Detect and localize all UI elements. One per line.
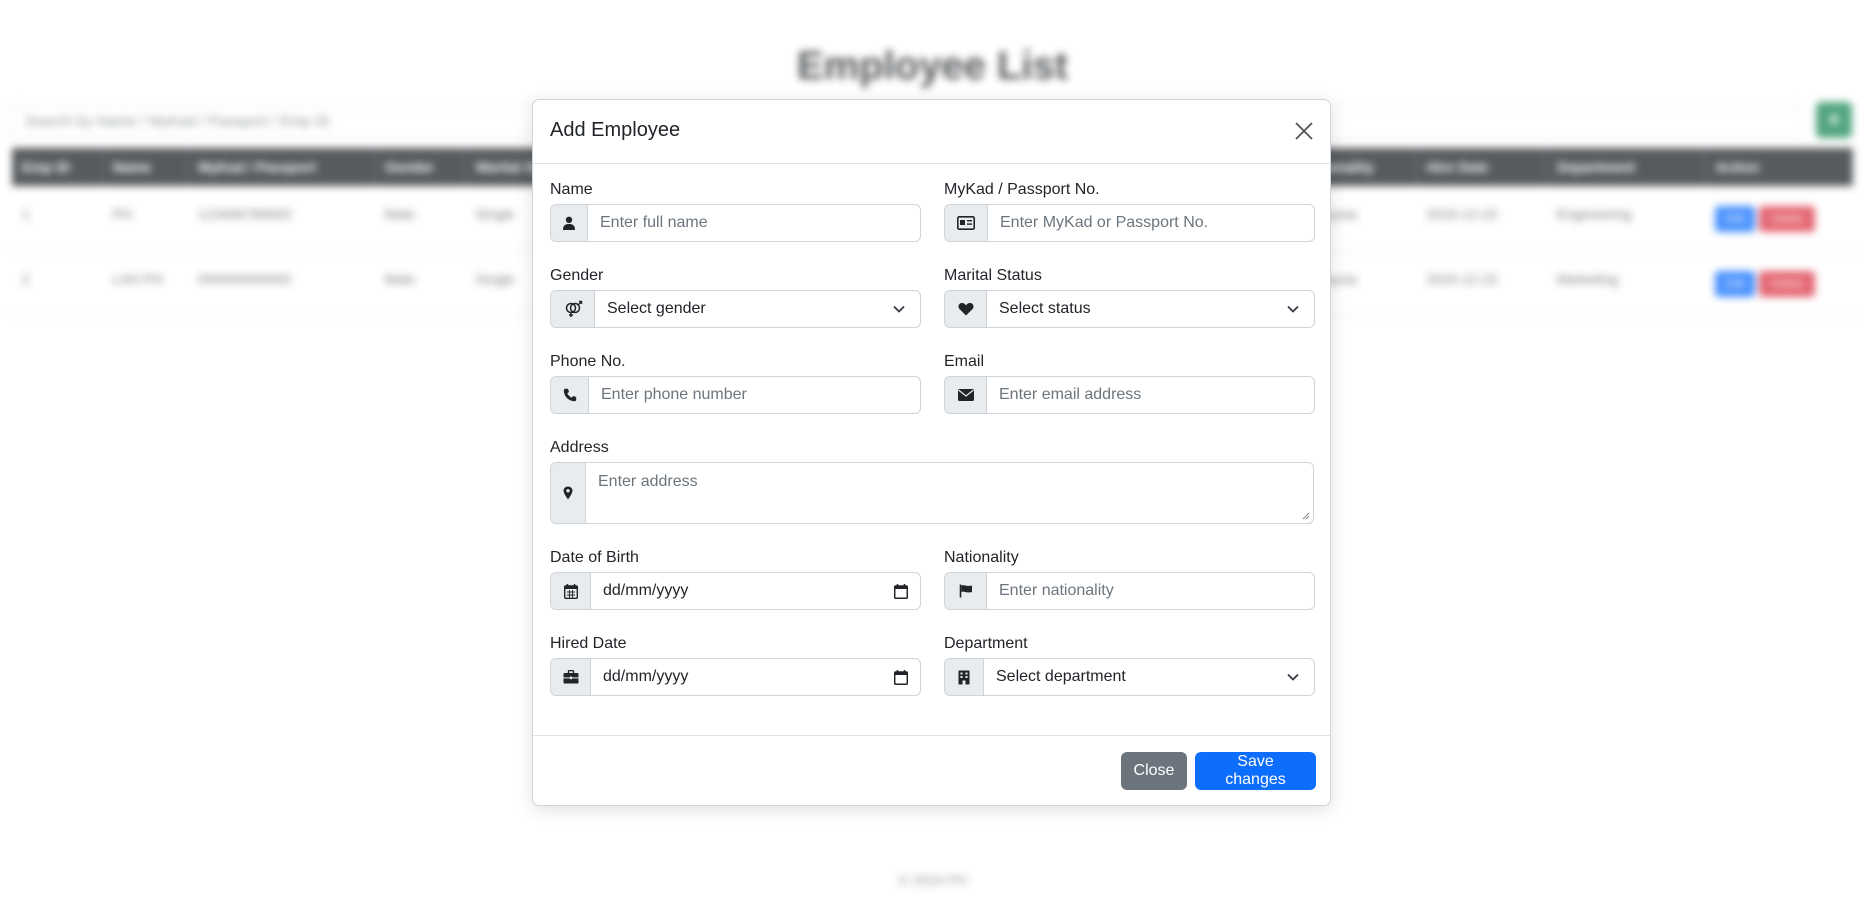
- gender-icon: [551, 291, 595, 327]
- phone-icon: [551, 377, 589, 413]
- user-icon: [551, 205, 588, 241]
- address-label: Address: [550, 439, 609, 456]
- marital-status-label: Marital Status: [944, 267, 1042, 284]
- resize-handle-icon[interactable]: [1300, 510, 1310, 520]
- address-input-group: [550, 462, 1314, 524]
- gender-input-group: Select gender: [550, 290, 921, 328]
- hired-date-value: dd/mm/yyyy: [603, 668, 689, 685]
- modal-footer: Close Save changes: [533, 735, 1330, 807]
- name-input[interactable]: [588, 205, 920, 241]
- dob-field: Date of Birth dd/mm/yyyy: [550, 548, 921, 610]
- close-icon[interactable]: [1292, 119, 1316, 143]
- email-field: Email: [944, 352, 1315, 414]
- hired-date-input-group: dd/mm/yyyy: [550, 658, 921, 696]
- dob-input[interactable]: dd/mm/yyyy: [591, 573, 920, 609]
- nationality-label: Nationality: [944, 549, 1019, 566]
- address-field: Address: [550, 438, 1314, 524]
- address-input[interactable]: [586, 463, 1313, 523]
- dob-input-group: dd/mm/yyyy: [550, 572, 921, 610]
- department-field: Department Select department: [944, 634, 1315, 696]
- hired-date-label: Hired Date: [550, 635, 627, 652]
- hired-date-input[interactable]: dd/mm/yyyy: [591, 659, 920, 695]
- nationality-input-group: [944, 572, 1315, 610]
- name-field: Name: [550, 180, 921, 242]
- calendar-icon: [551, 573, 591, 609]
- department-select-value: Select department: [996, 668, 1126, 685]
- modal-title: Add Employee: [550, 119, 681, 141]
- gender-select[interactable]: Select gender: [595, 291, 920, 327]
- name-input-group: [550, 204, 921, 242]
- passport-input-group: [944, 204, 1315, 242]
- modal-header: Add Employee: [533, 100, 1330, 164]
- id-card-icon: [945, 205, 988, 241]
- heart-icon: [945, 291, 987, 327]
- calendar-picker-icon[interactable]: [894, 669, 908, 685]
- chevron-down-icon: [1287, 305, 1299, 313]
- flag-icon: [945, 573, 987, 609]
- phone-input-group: [550, 376, 921, 414]
- email-label: Email: [944, 353, 985, 370]
- dob-value: dd/mm/yyyy: [603, 582, 689, 599]
- building-icon: [945, 659, 984, 695]
- department-input-group: Select department: [944, 658, 1315, 696]
- gender-select-value: Select gender: [607, 300, 706, 317]
- envelope-icon: [945, 377, 987, 413]
- add-employee-modal: Add Employee Name MyKad / Passport No.: [532, 99, 1331, 806]
- chevron-down-icon: [1287, 673, 1299, 681]
- passport-field: MyKad / Passport No.: [944, 180, 1315, 242]
- name-label: Name: [550, 181, 593, 198]
- save-changes-button[interactable]: Save changes: [1195, 752, 1316, 790]
- marital-status-field: Marital Status Select status: [944, 266, 1315, 328]
- marital-status-select[interactable]: Select status: [987, 291, 1314, 327]
- nationality-field: Nationality: [944, 548, 1315, 610]
- calendar-picker-icon[interactable]: [894, 583, 908, 599]
- hired-date-field: Hired Date dd/mm/yyyy: [550, 634, 921, 696]
- dob-label: Date of Birth: [550, 549, 639, 566]
- department-select[interactable]: Select department: [984, 659, 1314, 695]
- passport-input[interactable]: [988, 205, 1314, 241]
- chevron-down-icon: [893, 305, 905, 313]
- passport-label: MyKad / Passport No.: [944, 181, 1100, 198]
- department-label: Department: [944, 635, 1028, 652]
- close-button[interactable]: Close: [1121, 752, 1187, 790]
- briefcase-icon: [551, 659, 591, 695]
- nationality-input[interactable]: [987, 573, 1314, 609]
- phone-label: Phone No.: [550, 353, 626, 370]
- phone-input[interactable]: [589, 377, 920, 413]
- phone-field: Phone No.: [550, 352, 921, 414]
- email-input[interactable]: [987, 377, 1314, 413]
- marital-status-input-group: Select status: [944, 290, 1315, 328]
- email-input-group: [944, 376, 1315, 414]
- gender-label: Gender: [550, 267, 604, 284]
- marital-status-select-value: Select status: [999, 300, 1091, 317]
- gender-field: Gender Select gender: [550, 266, 921, 328]
- map-marker-icon: [551, 463, 586, 523]
